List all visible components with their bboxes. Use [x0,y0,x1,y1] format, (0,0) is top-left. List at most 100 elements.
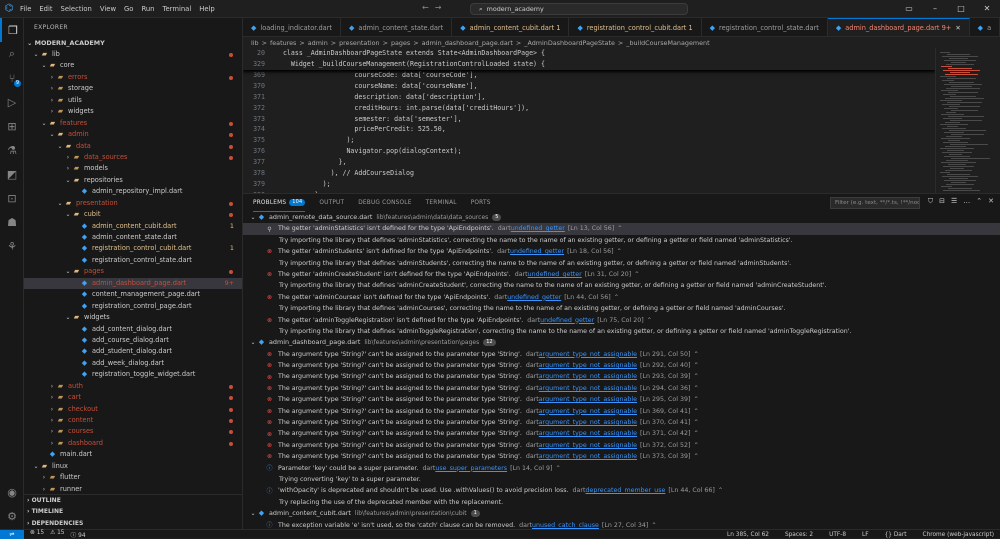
code-editor[interactable]: 369 courseCode: data['courseCode'], 370 c… [243,48,935,193]
testing-icon[interactable]: ⚗ [0,138,24,162]
problem-code-link[interactable]: argument_type_not_assignable [539,440,637,451]
tree-item-courses[interactable]: › ▰ courses [24,426,242,437]
status-problems-2[interactable]: ⓘ 94 [71,530,86,539]
problem-item[interactable]: ⊗ The argument type 'String?' can't be as… [243,349,1000,360]
source-control-icon[interactable]: ⑂ 9 [0,66,24,90]
account-icon[interactable]: ◉ [0,480,24,504]
filter-icon[interactable]: ⛉ [928,197,933,206]
problem-item[interactable]: ⊗ The argument type 'String?' can't be as… [243,383,1000,394]
tree-item-admin[interactable]: ⌄ ▰ admin [24,129,242,140]
explorer-icon[interactable]: ❐ [0,18,24,42]
problem-item[interactable]: ⊗ The argument type 'String?' can't be as… [243,360,1000,371]
tree-item-models[interactable]: › ▰ models [24,163,242,174]
tree-item-repositories[interactable]: ⌄ ▰ repositories [24,175,242,186]
problem-item[interactable]: ⊗ The argument type 'String?' can't be as… [243,417,1000,428]
problem-code-link[interactable]: argument_type_not_assignable [539,428,637,439]
breadcrumb-item[interactable]: admin [308,39,328,47]
tree-item-linux[interactable]: ⌄ ▰ linux [24,461,242,472]
problem-item[interactable]: ⊗ The argument type 'String?' can't be as… [243,428,1000,439]
status-problems-0[interactable]: ⊗ 15 [30,530,44,539]
tree-item-widgets[interactable]: › ▰ widgets [24,106,242,117]
editor-tab[interactable]: ◆ a [970,18,1000,36]
problem-item[interactable]: ⊗ The argument type 'String?' can't be as… [243,451,1000,462]
tree-item-admin-content-state-dart[interactable]: ◆ admin_content_state.dart [24,232,242,243]
panel-tab-output[interactable]: OUTPUT [319,194,344,212]
workspace-root[interactable]: ⌄ MODERN_ACADEMY [24,38,242,49]
problem-item[interactable]: ⊗ The getter 'adminCourses' isn't defined… [243,292,1000,303]
problem-code-link[interactable]: argument_type_not_assignable [539,360,637,371]
close-panel-icon[interactable]: ✕ [988,197,994,206]
menu-item-terminal[interactable]: Terminal [163,5,192,13]
tree-item-core[interactable]: ⌄ ▰ core [24,60,242,71]
breadcrumb-item[interactable]: features [270,39,296,47]
settings-gear-icon[interactable]: ⚙ [0,504,24,528]
status-item-0[interactable]: Ln 385, Col 62 [727,532,769,538]
status-problems-1[interactable]: ⚠ 15 [50,530,64,539]
problem-item[interactable]: ⊗ The argument type 'String?' can't be as… [243,406,1000,417]
sidebar-section-dependencies[interactable]: › DEPENDENCIES [24,518,242,530]
remote-indicator-icon[interactable]: ⇌ [0,529,24,539]
problem-code-link[interactable]: argument_type_not_assignable [539,451,637,462]
problem-item[interactable]: ⊗ The getter 'adminCreateStudent' isn't d… [243,269,1000,280]
tree-item-content[interactable]: › ▰ content [24,415,242,426]
tree-item-data-sources[interactable]: › ▰ data_sources [24,152,242,163]
tree-item-registration-control-page-dart[interactable]: ◆ registration_control_page.dart [24,301,242,312]
minimize-icon[interactable]: – [922,0,948,18]
tree-item-lib[interactable]: ⌄ ▰ lib [24,49,242,60]
breadcrumb-item[interactable]: _buildCourseManagement [626,39,709,47]
tree-item-checkout[interactable]: › ▰ checkout [24,404,242,415]
tree-item-add-week-dialog-dart[interactable]: ◆ add_week_dialog.dart [24,358,242,369]
problem-code-link[interactable]: argument_type_not_assignable [539,394,637,405]
tree-item-errors[interactable]: › ▰ errors [24,72,242,83]
tree-item-flutter[interactable]: › ▰ flutter [24,472,242,483]
remote-explorer-icon[interactable]: ⊡ [0,186,24,210]
status-item-2[interactable]: UTF-8 [829,532,846,538]
tree-item-admin-repository-impl-dart[interactable]: ◆ admin_repository_impl.dart [24,186,242,197]
problem-code-link[interactable]: argument_type_not_assignable [539,406,637,417]
tree-item-pages[interactable]: ⌄ ▰ pages [24,266,242,277]
command-center-search[interactable]: ⌕ modern_academy [470,3,688,15]
tree-item-storage[interactable]: › ▰ storage [24,83,242,94]
menu-item-run[interactable]: Run [141,5,154,13]
panel-tab-ports[interactable]: PORTS [471,194,491,212]
layout-icon[interactable]: ▭ [896,0,922,18]
editor-tab[interactable]: ◆ admin_content_state.dart [341,18,453,36]
close-tab-icon[interactable]: ✕ [955,24,960,32]
problem-code-link[interactable]: deprecated_member_use [585,485,665,496]
status-item-1[interactable]: Spaces: 2 [785,532,813,538]
tree-item-add-course-dialog-dart[interactable]: ◆ add_course_dialog.dart [24,335,242,346]
tree-item-registration-control-cubit-dart[interactable]: ◆ registration_control_cubit.dart 1 [24,243,242,254]
problem-item[interactable]: ⊗ The argument type 'String?' can't be as… [243,394,1000,405]
tree-item-presentation[interactable]: ⌄ ▰ presentation [24,198,242,209]
python-icon[interactable]: ⚘ [0,234,24,258]
maximize-panel-icon[interactable]: ⌃ [976,197,982,206]
docker-icon[interactable]: ☗ [0,210,24,234]
tree-item-add-student-dialog-dart[interactable]: ◆ add_student_dialog.dart [24,346,242,357]
tree-item-content-management-page-dart[interactable]: ◆ content_management_page.dart [24,289,242,300]
problem-item[interactable]: ⓘ 'withOpacity' is deprecated and shouldn… [243,485,1000,496]
problem-item[interactable]: ⊗ The argument type 'String?' can't be as… [243,440,1000,451]
problem-code-link[interactable]: undefined_getter [511,223,565,234]
status-item-3[interactable]: LF [862,532,869,538]
status-item-5[interactable]: Chrome (web-javascript) [923,532,994,538]
tree-item-add-content-dialog-dart[interactable]: ◆ add_content_dialog.dart [24,324,242,335]
more-actions-icon[interactable]: … [963,197,970,206]
problem-code-link[interactable]: undefined_getter [510,246,564,257]
sidebar-section-outline[interactable]: › OUTLINE [24,495,242,507]
problem-item[interactable]: ⚲ The getter 'adminStatistics' isn't defi… [243,223,1000,235]
problem-file-group[interactable]: ⌄ ◆ admin_remote_data_source.dart lib\featu… [243,212,1000,223]
breadcrumb-item[interactable]: pages [391,39,410,47]
sidebar-section-timeline[interactable]: › TIMELINE [24,506,242,518]
tree-item-cubit[interactable]: ⌄ ▰ cubit [24,209,242,220]
nav-arrows[interactable]: ←→ [422,3,447,12]
breadcrumb-item[interactable]: _AdminDashboardPageState [524,39,615,47]
tree-item-data[interactable]: ⌄ ▰ data [24,141,242,152]
breadcrumb-item[interactable]: admin_dashboard_page.dart [422,39,513,47]
editor-tab[interactable]: ◆ registration_control_state.dart [702,18,828,36]
panel-tab-debug-console[interactable]: DEBUG CONSOLE [358,194,411,212]
problem-code-link[interactable]: argument_type_not_assignable [539,383,637,394]
menu-item-selection[interactable]: Selection [61,5,92,13]
breadcrumb-item[interactable]: presentation [339,39,379,47]
tree-item-admin-content-cubit-dart[interactable]: ◆ admin_content_cubit.dart 1 [24,221,242,232]
extensions-icon[interactable]: ⊞ [0,114,24,138]
